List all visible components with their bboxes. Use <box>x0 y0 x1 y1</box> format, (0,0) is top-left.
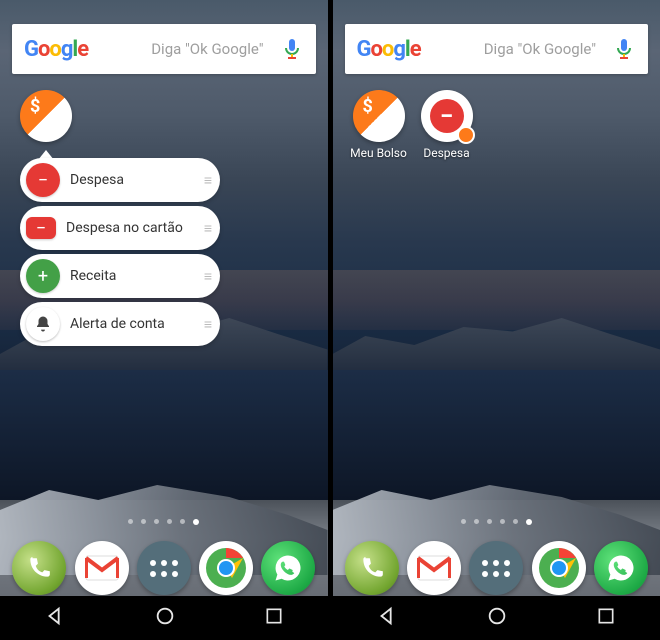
shortcut-popup: − Despesa ≡ − Despesa no cartão ≡ + Rece… <box>20 158 220 346</box>
minus-circle-icon: − <box>430 99 464 133</box>
shortcut-label: Alerta de conta <box>70 316 194 332</box>
search-placeholder: Diga "Ok Google" <box>98 40 269 58</box>
home-button[interactable] <box>486 605 508 631</box>
search-placeholder: Diga "Ok Google" <box>431 40 602 58</box>
apps-icon[interactable] <box>469 541 523 595</box>
shortcut-alerta[interactable]: Alerta de conta ≡ <box>20 302 220 346</box>
whatsapp-icon[interactable] <box>594 541 648 595</box>
phone-icon[interactable] <box>12 541 66 595</box>
recent-button[interactable] <box>264 606 284 630</box>
whatsapp-icon[interactable] <box>261 541 315 595</box>
icon-label-meubolso: Meu Bolso <box>344 146 414 160</box>
app-badge <box>457 126 475 144</box>
shortcut-label: Despesa <box>70 172 194 188</box>
nav-bar <box>333 596 660 640</box>
back-button[interactable] <box>44 605 66 631</box>
drag-handle-icon[interactable]: ≡ <box>204 268 210 285</box>
dollar-icon: $ <box>363 96 373 117</box>
drag-handle-icon[interactable]: ≡ <box>204 172 210 189</box>
shortcut-label: Despesa no cartão <box>66 220 194 236</box>
shortcut-receita[interactable]: + Receita ≡ <box>20 254 220 298</box>
page-indicator[interactable] <box>0 519 328 525</box>
minus-circle-icon: − <box>26 163 60 197</box>
gmail-icon[interactable] <box>75 541 129 595</box>
drag-handle-icon[interactable]: ≡ <box>204 316 210 333</box>
gmail-icon[interactable] <box>407 541 461 595</box>
shortcut-despesa[interactable]: − Despesa ≡ <box>20 158 220 202</box>
phone-left: Google Diga "Ok Google" $ − Despesa ≡ − … <box>0 0 328 640</box>
icon-label-despesa: Despesa <box>412 146 482 160</box>
phone-right: Google Diga "Ok Google" $ Meu Bolso − De… <box>333 0 660 640</box>
app-icon-meubolso[interactable]: $ <box>353 90 405 142</box>
chrome-icon[interactable] <box>199 541 253 595</box>
page-indicator[interactable] <box>333 519 660 525</box>
google-search-bar[interactable]: Google Diga "Ok Google" <box>345 24 649 74</box>
back-button[interactable] <box>376 605 398 631</box>
recent-button[interactable] <box>596 606 616 630</box>
mic-icon[interactable] <box>280 37 304 61</box>
google-logo: Google <box>357 37 421 62</box>
shortcut-label: Receita <box>70 268 194 284</box>
google-search-bar[interactable]: Google Diga "Ok Google" <box>12 24 316 74</box>
nav-bar <box>0 596 328 640</box>
home-button[interactable] <box>154 605 176 631</box>
wallpaper-horizon <box>333 270 660 330</box>
dock <box>333 541 660 595</box>
apps-icon[interactable] <box>137 541 191 595</box>
dollar-icon: $ <box>30 96 40 117</box>
apps-grid-icon <box>150 560 178 577</box>
shortcut-despesa-cartao[interactable]: − Despesa no cartão ≡ <box>20 206 220 250</box>
wallpaper-water <box>333 370 660 500</box>
phone-icon[interactable] <box>345 541 399 595</box>
bell-icon <box>26 307 60 341</box>
dock <box>0 541 328 595</box>
google-logo: Google <box>24 37 88 62</box>
mic-icon[interactable] <box>612 37 636 61</box>
chrome-icon[interactable] <box>532 541 586 595</box>
card-minus-icon: − <box>26 217 56 239</box>
drag-handle-icon[interactable]: ≡ <box>204 220 210 237</box>
app-icon-meubolso[interactable]: $ <box>20 90 72 142</box>
app-icon-despesa[interactable]: − <box>421 90 473 142</box>
wallpaper-water <box>0 370 328 500</box>
plus-circle-icon: + <box>26 259 60 293</box>
apps-grid-icon <box>482 560 510 577</box>
